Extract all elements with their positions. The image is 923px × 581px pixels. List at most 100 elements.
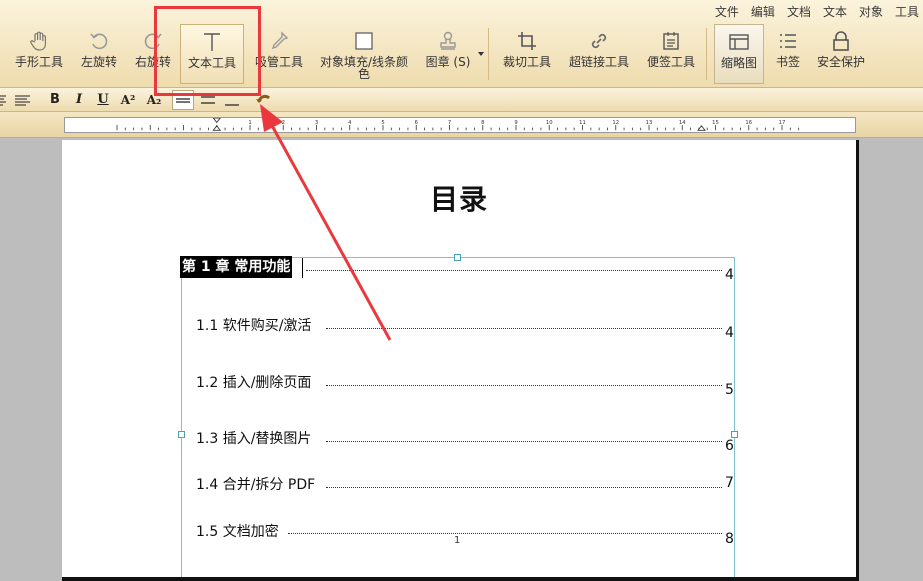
left-indent-marker[interactable] (212, 125, 222, 131)
underline-button[interactable]: U (94, 90, 112, 110)
toolbar-separator (488, 28, 489, 80)
italic-button[interactable]: I (70, 90, 88, 110)
horizontal-ruler[interactable]: 1 2 3 4 5 6 7 8 9 10 11 12 13 14 15 16 17 (64, 117, 856, 133)
toc-page-number: 5 (725, 382, 734, 398)
crop-tool-button[interactable]: 裁切工具 (498, 24, 556, 84)
text-tool-icon (204, 33, 220, 51)
superscript-button[interactable]: A² (116, 90, 140, 110)
toc-page-number: 6 (725, 438, 734, 454)
ruler-label: 9 (514, 120, 517, 126)
hand-icon (30, 31, 46, 51)
toc-leader (326, 487, 722, 488)
ruler-label: 14 (679, 120, 686, 126)
text-tool-label: 文本工具 (187, 56, 236, 70)
eyedropper-tool-button[interactable]: 吸管工具 (250, 24, 308, 84)
resize-handle-left[interactable] (178, 431, 185, 438)
menu-edit[interactable]: 编辑 (743, 0, 779, 20)
toc-leader (288, 533, 722, 534)
toc-chapter-1[interactable]: 第 1 章 常用功能 (180, 256, 293, 278)
menu-text[interactable]: 文本 (815, 0, 851, 20)
toc-entry-1-3[interactable]: 1.3 插入/替换图片 (196, 428, 311, 448)
hand-tool-label: 手形工具 (14, 55, 63, 69)
subscript-button[interactable]: A₂ (142, 90, 166, 110)
rotate-right-icon (144, 33, 162, 50)
toc-entry-1-5[interactable]: 1.5 文档加密 (196, 521, 279, 541)
rotate-left-label: 左旋转 (80, 55, 117, 69)
ruler-label: 4 (348, 120, 352, 126)
ruler-label: 8 (481, 120, 484, 126)
toc-page-number: 4 (725, 325, 734, 341)
ruler-label: 10 (546, 120, 553, 126)
bookmark-button[interactable]: 书签 (768, 24, 808, 84)
lock-icon (833, 31, 849, 51)
line-spacing-medium-button[interactable] (197, 90, 219, 110)
align-justify-icon[interactable] (14, 90, 32, 110)
toc-leader (326, 441, 722, 442)
hyperlink-tool-button[interactable]: 超链接工具 (564, 24, 634, 84)
main-toolbar: 文件 编辑 文档 文本 对象 工具 手形工具 左旋转 右旋转 文本工具 吸管工具… (0, 0, 923, 88)
ruler-label: 17 (779, 120, 786, 126)
ruler-label: 11 (579, 120, 586, 126)
crop-label: 裁切工具 (502, 55, 551, 69)
hyperlink-label: 超链接工具 (568, 55, 629, 69)
note-label: 便签工具 (646, 55, 695, 69)
crop-icon (518, 32, 536, 50)
page-title: 目录 (429, 183, 488, 216)
toc-leader (326, 385, 722, 386)
toc-entry-1-1[interactable]: 1.1 软件购买/激活 (196, 315, 311, 335)
toc-leader (306, 270, 722, 271)
first-line-indent-marker[interactable] (212, 118, 221, 124)
toolbar-separator (706, 28, 707, 80)
stamp-tool-button[interactable]: 图章 (S) (420, 24, 476, 84)
menu-document[interactable]: 文档 (779, 0, 815, 20)
note-tool-button[interactable]: 便签工具 (642, 24, 700, 84)
page-shadow (62, 577, 859, 581)
link-icon (591, 33, 607, 49)
ruler-label: 15 (712, 120, 719, 126)
rotate-left-button[interactable]: 左旋转 (76, 24, 122, 84)
fill-color-label: 对象填充/线条颜色 (319, 55, 409, 81)
ruler-label: 6 (415, 120, 419, 126)
security-button[interactable]: 安全保护 (812, 24, 870, 84)
ruler-label: 16 (745, 120, 752, 126)
toc-entry-1-2[interactable]: 1.2 插入/删除页面 (196, 372, 311, 392)
ruler-label: 7 (448, 120, 451, 126)
menu-file[interactable]: 文件 (707, 0, 743, 20)
page-shadow (856, 140, 859, 581)
eyedropper-icon (271, 31, 289, 50)
bold-button[interactable]: B (46, 90, 64, 110)
page-footer-number: 1 (454, 535, 461, 546)
text-cursor (302, 258, 303, 278)
ruler-label: 12 (612, 120, 619, 126)
stamp-dropdown-arrow[interactable] (478, 52, 484, 56)
line-spacing-double-button[interactable] (221, 90, 243, 110)
rotate-right-button[interactable]: 右旋转 (130, 24, 176, 84)
document-page[interactable]: 目录 第 1 章 常用功能 4 1.1 软件购买/激活 4 1.2 插入/删除页… (62, 140, 856, 581)
toc-leader (326, 328, 722, 329)
resize-handle-top[interactable] (454, 254, 461, 261)
menu-object[interactable]: 对象 (851, 0, 887, 20)
note-icon (663, 32, 679, 50)
hand-tool-button[interactable]: 手形工具 (8, 24, 70, 84)
thumbnail-button[interactable]: 缩略图 (714, 24, 764, 84)
stamp-icon (440, 31, 456, 50)
ruler-label: 2 (282, 120, 285, 126)
bookmark-icon (780, 34, 796, 48)
undo-icon[interactable] (252, 90, 274, 110)
thumbnail-icon (729, 34, 749, 50)
resize-handle-right[interactable] (731, 431, 738, 438)
menu-tools[interactable]: 工具 (887, 0, 923, 20)
align-left-icon[interactable] (0, 90, 8, 110)
format-toolbar: B I U A² A₂ (0, 88, 923, 112)
toc-entry-1-4[interactable]: 1.4 合并/拆分 PDF (196, 474, 315, 494)
text-tool-button[interactable]: 文本工具 (180, 24, 244, 84)
ruler-label: 5 (381, 120, 384, 126)
ruler-label: 13 (646, 120, 653, 126)
toc-page-number: 7 (725, 475, 734, 491)
fill-color-button[interactable]: 对象填充/线条颜色 (316, 24, 412, 84)
line-spacing-single-button[interactable] (172, 90, 194, 110)
stamp-label: 图章 (S) (425, 55, 471, 69)
ruler-label: 1 (248, 120, 251, 126)
toc-page-number: 8 (725, 531, 734, 547)
rotate-left-icon (90, 33, 108, 50)
